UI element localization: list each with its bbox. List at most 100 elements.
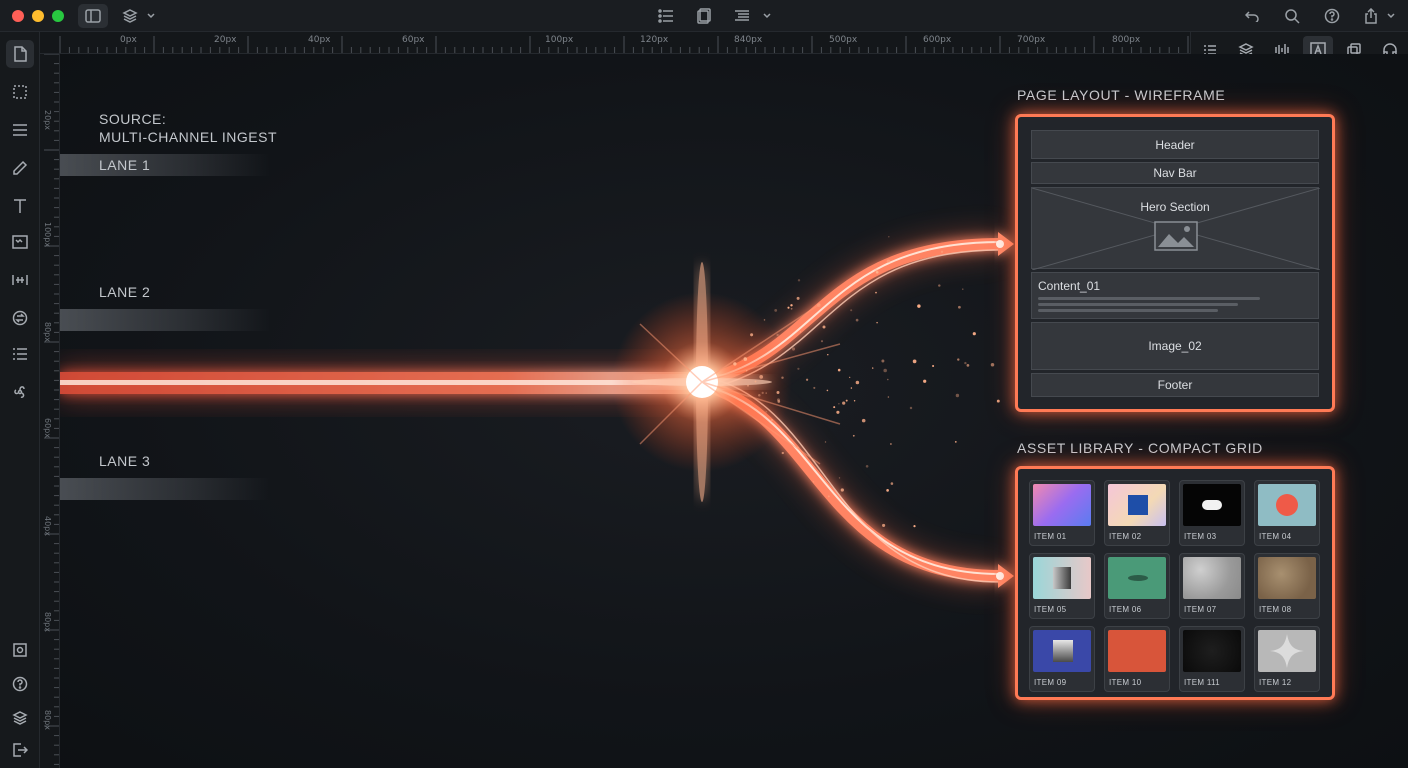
concrete-texture-thumbnail — [1183, 557, 1241, 599]
hero-label: Hero Section — [1140, 200, 1210, 214]
ruler-label: 100px — [545, 35, 574, 45]
asset-tile[interactable]: ITEM 09 — [1029, 626, 1095, 692]
help-icon[interactable] — [6, 670, 34, 698]
undo-icon[interactable] — [1240, 4, 1264, 28]
wireframe-nav[interactable]: Nav Bar — [1031, 162, 1319, 184]
ruler-label: 80px — [43, 322, 52, 342]
page-icon[interactable] — [6, 40, 34, 68]
horizontal-ruler: 0px 20px 40px 60px 100px 120px 840px 500… — [40, 32, 1190, 54]
title-bar — [0, 0, 1408, 32]
asset-label: ITEM 07 — [1184, 605, 1217, 614]
asset-label: ITEM 02 — [1109, 532, 1142, 541]
frame-tag-icon[interactable] — [6, 636, 34, 664]
sand-texture-thumbnail — [1258, 557, 1316, 599]
pen-icon[interactable] — [6, 154, 34, 182]
layers-icon[interactable] — [6, 704, 34, 732]
asset-tile[interactable]: ITEM 111 — [1179, 626, 1245, 692]
chevron-down-icon[interactable] — [760, 4, 774, 28]
gradient-cube-thumbnail — [1033, 557, 1091, 599]
asset-label: ITEM 04 — [1259, 532, 1292, 541]
asset-tile[interactable]: ITEM 05 — [1029, 553, 1095, 619]
pill-thumbnail — [1183, 484, 1241, 526]
chevron-down-icon[interactable] — [144, 4, 158, 28]
text-icon[interactable] — [6, 192, 34, 220]
circle-thumbnail — [1258, 484, 1316, 526]
distribute-icon[interactable] — [6, 266, 34, 294]
marquee-icon[interactable] — [6, 78, 34, 106]
asset-tile[interactable]: ITEM 02 — [1104, 480, 1170, 546]
wireframe-panel[interactable]: Header Nav Bar Hero Section Content_01 I… — [1015, 114, 1335, 412]
ruler-label: 40px — [43, 516, 52, 536]
asset-label: ITEM 09 — [1034, 678, 1067, 687]
tool-rail — [0, 32, 40, 768]
lane-2-bar[interactable] — [60, 309, 270, 331]
list-icon[interactable] — [654, 4, 678, 28]
star-thumbnail — [1258, 630, 1316, 672]
disc-thumbnail — [1108, 557, 1166, 599]
ruler-label: 600px — [923, 35, 952, 45]
design-canvas[interactable]: SOURCE: MULTI-CHANNEL INGEST LANE 1 LANE… — [60, 54, 1408, 768]
asset-label: ITEM 111 — [1184, 678, 1220, 687]
list-icon[interactable] — [6, 340, 34, 368]
window-close-button[interactable] — [12, 10, 24, 22]
wireframe-header[interactable]: Header — [1031, 130, 1319, 159]
align-icon[interactable] — [730, 4, 754, 28]
ruler-label: 120px — [640, 35, 669, 45]
asset-tile[interactable]: ITEM 06 — [1104, 553, 1170, 619]
swap-icon[interactable] — [6, 304, 34, 332]
asset-label: ITEM 03 — [1184, 532, 1217, 541]
text-line — [1038, 303, 1238, 306]
asset-tile[interactable]: ITEM 10 — [1104, 626, 1170, 692]
sidebar-toggle-icon[interactable] — [78, 4, 108, 28]
ruler-label: 40px — [308, 35, 331, 45]
image-frame-icon[interactable] — [6, 228, 34, 256]
window-zoom-button[interactable] — [52, 10, 64, 22]
chevron-down-icon[interactable] — [1384, 4, 1398, 28]
ruler-label: 60px — [43, 418, 52, 438]
share-icon[interactable] — [1358, 4, 1384, 28]
lane-3-label: LANE 3 — [99, 453, 151, 469]
asset-label: ITEM 08 — [1259, 605, 1292, 614]
asset-tile[interactable]: ITEM 07 — [1179, 553, 1245, 619]
menu-icon[interactable] — [6, 116, 34, 144]
help-icon[interactable] — [1320, 4, 1344, 28]
search-icon[interactable] — [1280, 4, 1304, 28]
lane-1-bar[interactable] — [60, 154, 270, 176]
gradient-square-thumbnail — [1033, 630, 1091, 672]
lane-1-label: LANE 1 — [99, 157, 151, 173]
ruler-label: 60px — [402, 35, 425, 45]
gradient-thumbnail — [1033, 484, 1091, 526]
ruler-label: 20px — [43, 110, 52, 130]
text-line — [1038, 309, 1218, 312]
asset-library-title: ASSET LIBRARY - COMPACT GRID — [1017, 440, 1263, 456]
ruler-label: 100px — [43, 222, 52, 248]
logout-icon[interactable] — [6, 736, 34, 764]
ruler-label: 500px — [829, 35, 858, 45]
asset-tile[interactable]: ITEM 04 — [1254, 480, 1320, 546]
fan-icon[interactable] — [6, 378, 34, 406]
ruler-label: 0px — [120, 35, 137, 45]
wireframe-image[interactable]: Image_02 — [1031, 322, 1319, 370]
asset-tile[interactable]: ITEM 01 — [1029, 480, 1095, 546]
ruler-label: 80px — [43, 612, 52, 632]
text-line — [1038, 297, 1260, 300]
wireframe-title: PAGE LAYOUT - WIREFRAME — [1017, 87, 1226, 103]
lane-2-label: LANE 2 — [99, 284, 151, 300]
copy-icon[interactable] — [692, 4, 716, 28]
layers-icon[interactable] — [118, 4, 142, 28]
window-minimize-button[interactable] — [32, 10, 44, 22]
asset-tile[interactable]: ITEM 12 — [1254, 626, 1320, 692]
asset-label: ITEM 10 — [1109, 678, 1142, 687]
wireframe-footer[interactable]: Footer — [1031, 373, 1319, 397]
wireframe-hero[interactable]: Hero Section — [1031, 187, 1320, 270]
source-label-line2: MULTI-CHANNEL INGEST — [99, 129, 278, 145]
asset-label: ITEM 05 — [1034, 605, 1067, 614]
lane-3-bar[interactable] — [60, 478, 270, 500]
wireframe-content[interactable]: Content_01 — [1031, 272, 1319, 319]
vertical-ruler: 20px 100px 80px 60px 40px 80px 80px — [40, 54, 60, 768]
asset-grid: ITEM 01 ITEM 02 ITEM 03 ITEM 04 ITEM 05 — [1015, 466, 1335, 700]
asset-tile[interactable]: ITEM 03 — [1179, 480, 1245, 546]
ruler-label: 840px — [734, 35, 763, 45]
source-label-line1: SOURCE: — [99, 111, 167, 127]
asset-tile[interactable]: ITEM 08 — [1254, 553, 1320, 619]
